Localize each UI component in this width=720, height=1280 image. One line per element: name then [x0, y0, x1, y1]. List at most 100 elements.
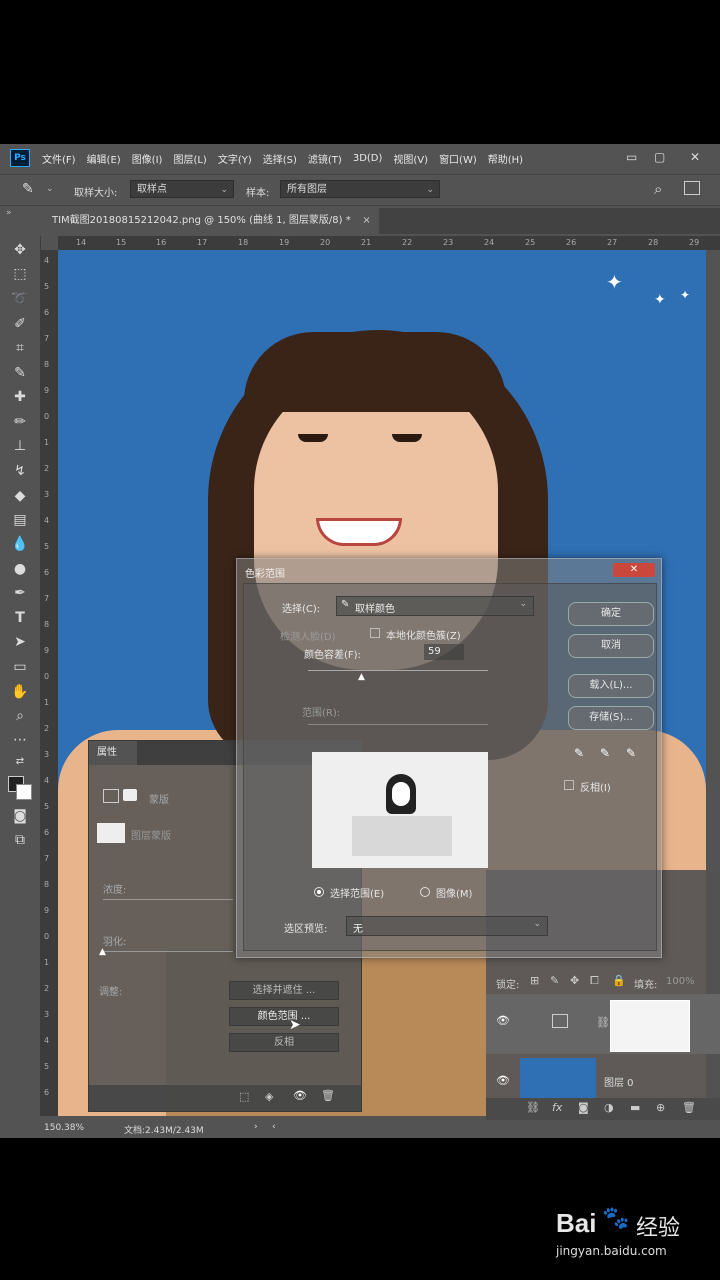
color-range-button[interactable]: 颜色范围 ... [229, 1007, 339, 1026]
swap-colors-icon[interactable]: ⇄ [8, 752, 32, 772]
quick-select-tool-icon[interactable]: ✐ [8, 314, 32, 334]
restore-icon[interactable]: ▢ [654, 150, 665, 164]
chevron-right-icon[interactable]: › [254, 1122, 258, 1132]
adjustment-layer-icon[interactable]: ◑ [604, 1101, 614, 1114]
select-dropdown[interactable]: ✎ 取样颜色 ⌄ [336, 596, 534, 616]
zoom-tool-icon[interactable]: ⌕ [8, 706, 32, 726]
menu-view[interactable]: 视图(V) [393, 151, 428, 166]
crop-tool-icon[interactable]: ⌗ [8, 338, 32, 358]
trash-icon[interactable]: 🗑 [321, 1089, 335, 1102]
lasso-tool-icon[interactable]: ➰ [8, 289, 32, 309]
visibility-eye-icon[interactable]: 👁 [293, 1089, 307, 1102]
marquee-tool-icon[interactable]: ⬚ [8, 264, 32, 284]
eyedropper-icon[interactable]: ✎ [22, 181, 34, 197]
slider-handle-icon[interactable]: ▲ [358, 672, 365, 682]
select-and-mask-button[interactable]: 选择并遮住 ... [229, 981, 339, 1000]
cancel-button[interactable]: 取消 [568, 634, 654, 658]
menu-image[interactable]: 图像(I) [132, 151, 163, 166]
new-layer-icon[interactable]: ⊕ [656, 1101, 665, 1114]
brush-tool-icon[interactable]: ✏ [8, 412, 32, 432]
detect-faces-label[interactable]: 检测人脸(D) [280, 628, 336, 643]
sample-select[interactable]: 所有图层 ⌄ [280, 180, 440, 198]
trash-icon[interactable]: 🗑 [682, 1101, 696, 1114]
visibility-eye-icon[interactable]: 👁 [496, 1014, 510, 1027]
workspace-icon[interactable] [684, 181, 700, 195]
fuzziness-slider[interactable] [308, 670, 488, 671]
layer-row-curves[interactable]: 👁 ⛓ [486, 994, 720, 1054]
invert-checkbox[interactable] [564, 780, 574, 790]
range-slider[interactable] [308, 724, 488, 725]
menu-3d[interactable]: 3D(D) [353, 153, 383, 164]
invert-button[interactable]: 反相 [229, 1033, 339, 1052]
type-tool-icon[interactable]: T [8, 608, 32, 628]
history-brush-tool-icon[interactable]: ↯ [8, 461, 32, 481]
menu-window[interactable]: 窗口(W) [439, 151, 477, 166]
menu-filter[interactable]: 滤镜(T) [308, 151, 342, 166]
eyedropper-plus-icon[interactable]: ✎ [600, 746, 610, 760]
pen-tool-icon[interactable]: ✒ [8, 583, 32, 603]
selection-radio[interactable] [314, 887, 324, 897]
lock-paint-icon[interactable]: ✎ [550, 974, 559, 987]
menu-edit[interactable]: 编辑(E) [87, 151, 121, 166]
healing-brush-tool-icon[interactable]: ✚ [8, 387, 32, 407]
visibility-eye-icon[interactable]: 👁 [496, 1074, 510, 1087]
layer-mask-thumbnail[interactable] [610, 1000, 690, 1052]
close-icon[interactable]: × [362, 208, 370, 234]
properties-tab[interactable]: 属性 [89, 741, 137, 765]
fill-value[interactable]: 100% [666, 976, 695, 987]
eraser-tool-icon[interactable]: ◆ [8, 486, 32, 506]
more-tools-icon[interactable]: ⋯ [8, 730, 32, 750]
ok-button[interactable]: 确定 [568, 602, 654, 626]
folder-icon[interactable]: ▬ [630, 1101, 640, 1114]
chevron-left-icon[interactable]: ‹ [272, 1122, 276, 1132]
lock-move-icon[interactable]: ✥ [570, 974, 579, 987]
minimize-icon[interactable]: ▭ [626, 150, 637, 164]
eyedropper-minus-icon[interactable]: ✎ [626, 746, 636, 760]
menu-select[interactable]: 选择(S) [263, 151, 297, 166]
eyedropper-icon[interactable]: ✎ [574, 746, 584, 760]
fx-icon[interactable]: fx [552, 1101, 562, 1114]
menu-type[interactable]: 文字(Y) [218, 151, 252, 166]
density-slider[interactable] [103, 899, 233, 900]
gradient-tool-icon[interactable]: ▤ [8, 510, 32, 530]
document-tab[interactable]: TIM截图20180815212042.png @ 150% (曲线 1, 图层… [40, 208, 379, 234]
clip-to-layer-icon[interactable]: ⬚ [239, 1090, 249, 1103]
link-icon[interactable]: ⛓ [596, 1016, 610, 1029]
adjustment-icon[interactable] [103, 789, 119, 803]
menu-file[interactable]: 文件(F) [42, 151, 76, 166]
view-previous-icon[interactable]: ◈ [265, 1090, 273, 1103]
layer-name[interactable]: 图层 0 [604, 1074, 634, 1089]
zoom-level[interactable]: 150.38% [44, 1123, 84, 1133]
fuzziness-input[interactable]: 59 [424, 644, 464, 660]
mask-icon[interactable] [123, 789, 137, 801]
hand-tool-icon[interactable]: ✋ [8, 682, 32, 702]
lock-pixels-icon[interactable]: ⊞ [530, 974, 539, 987]
slider-handle-icon[interactable]: ▲ [99, 947, 106, 957]
link-layers-icon[interactable]: ⛓ [526, 1101, 540, 1114]
lock-all-icon[interactable]: 🔒 [612, 974, 626, 987]
menu-layer[interactable]: 图层(L) [173, 151, 206, 166]
chevron-down-icon[interactable]: ⌄ [46, 184, 54, 194]
sample-size-select[interactable]: 取样点 ⌄ [130, 180, 234, 198]
preview-select[interactable]: 无 ⌄ [346, 916, 548, 936]
search-icon[interactable]: ⌕ [654, 180, 662, 198]
lock-artboard-icon[interactable]: ⧠ [590, 974, 599, 988]
image-radio[interactable] [420, 887, 430, 897]
dialog-close-button[interactable]: ✕ [613, 563, 655, 577]
move-tool-icon[interactable]: ✥ [8, 240, 32, 260]
eyedropper-tool-icon[interactable]: ✎ [8, 363, 32, 383]
quick-mask-icon[interactable]: ◙ [8, 806, 32, 826]
collapse-arrows-icon[interactable]: » [6, 208, 12, 218]
blur-tool-icon[interactable]: 💧 [8, 534, 32, 554]
save-button[interactable]: 存储(S)... [568, 706, 654, 730]
dodge-tool-icon[interactable]: ● [8, 559, 32, 579]
add-mask-icon[interactable]: ◙ [578, 1101, 589, 1114]
close-icon[interactable]: ✕ [690, 150, 700, 164]
menu-help[interactable]: 帮助(H) [488, 151, 523, 166]
rectangle-tool-icon[interactable]: ▭ [8, 657, 32, 677]
path-select-tool-icon[interactable]: ➤ [8, 632, 32, 652]
background-color-swatch[interactable] [16, 784, 32, 800]
load-button[interactable]: 载入(L)... [568, 674, 654, 698]
screen-mode-icon[interactable]: ⧉ [8, 830, 32, 850]
clone-stamp-tool-icon[interactable]: ⊥ [8, 436, 32, 456]
